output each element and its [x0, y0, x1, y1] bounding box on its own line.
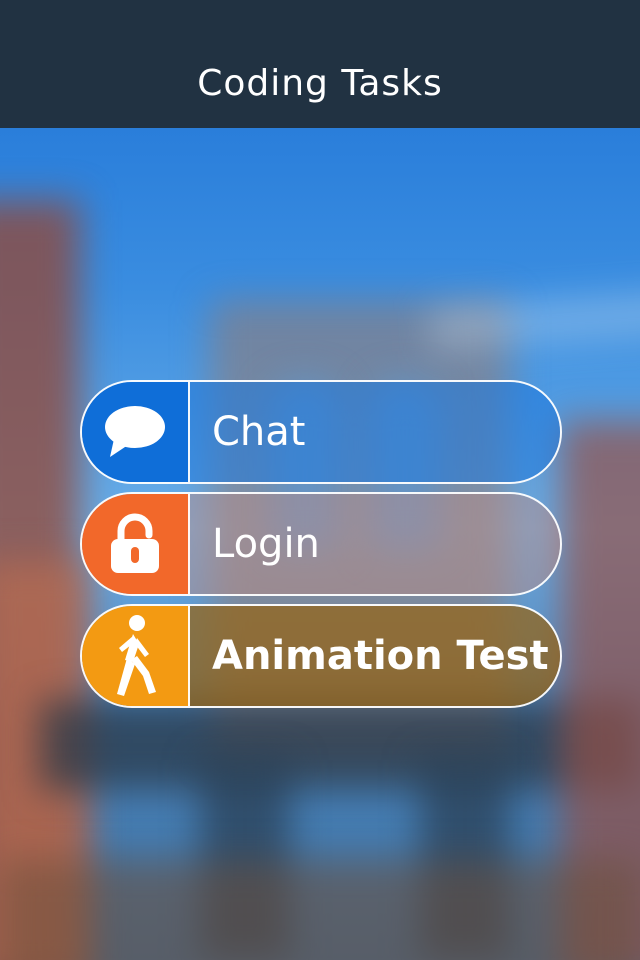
chat-icon-cap	[82, 382, 190, 482]
animation-test-button[interactable]: Animation Test	[80, 604, 562, 708]
login-button[interactable]: Login	[80, 492, 562, 596]
walking-person-icon	[117, 615, 156, 696]
login-label: Login	[212, 521, 320, 567]
login-icon-cap	[82, 494, 190, 594]
padlock-icon	[111, 513, 159, 573]
chat-label: Chat	[212, 409, 306, 455]
nav-header: Coding Tasks	[0, 0, 640, 128]
chat-button[interactable]: Chat	[80, 380, 562, 484]
animation-label-area: Animation Test	[190, 606, 560, 706]
animation-icon-cap	[82, 606, 190, 706]
login-label-area: Login	[190, 494, 560, 594]
animation-test-label: Animation Test	[212, 633, 549, 679]
speech-bubble-icon	[105, 406, 165, 457]
task-menu: Chat Login Animation Test	[80, 380, 562, 716]
page-title: Coding Tasks	[197, 62, 443, 104]
chat-label-area: Chat	[190, 382, 560, 482]
bg-ground	[0, 860, 640, 960]
